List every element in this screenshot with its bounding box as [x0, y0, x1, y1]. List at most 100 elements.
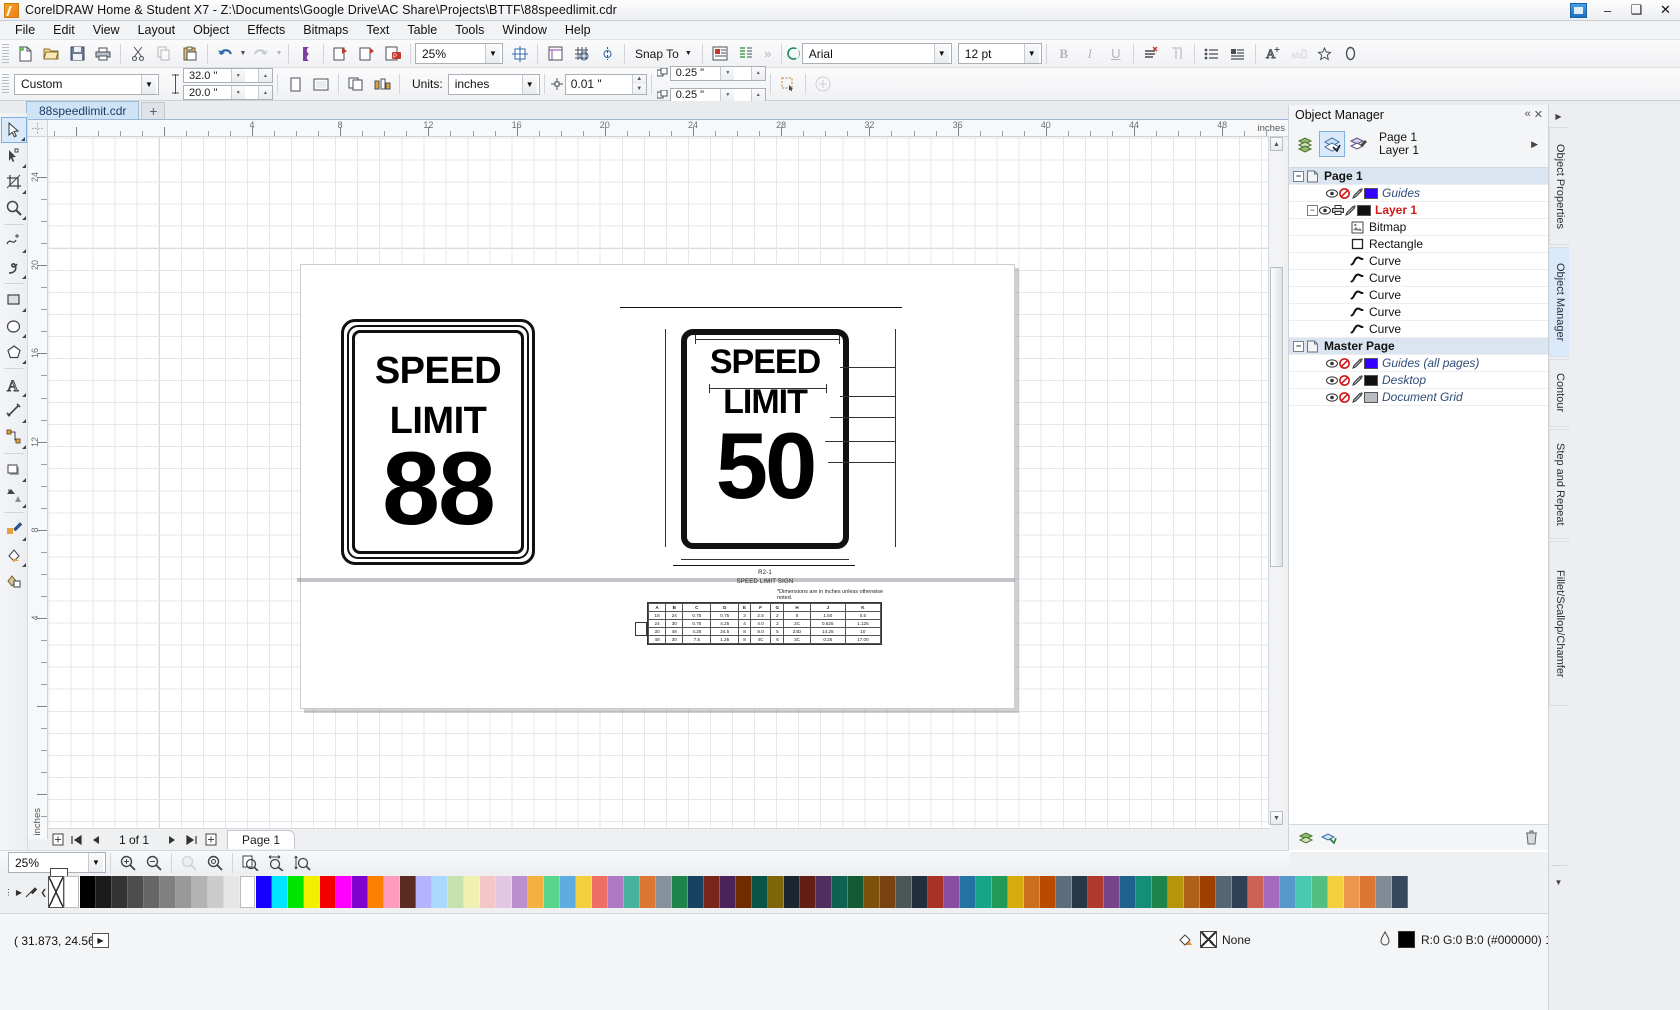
palette-swatch[interactable] — [640, 876, 656, 908]
object-tree[interactable]: − Page 1 Guides − Layer 1 Bitmap Rectangle Curv… — [1289, 167, 1548, 852]
palette-swatch[interactable] — [656, 876, 672, 908]
current-page-icon[interactable] — [369, 72, 395, 96]
edit-pen-icon[interactable] — [1351, 391, 1364, 403]
visibility-eye-icon[interactable] — [1325, 375, 1338, 385]
palette-swatch[interactable] — [1072, 876, 1088, 908]
polygon-tool[interactable] — [1, 339, 27, 365]
dock-overflow-icon[interactable]: ▼ — [1551, 875, 1566, 890]
toolbar-grip[interactable] — [2, 74, 9, 94]
dock-collapse-icon[interactable]: ▶ — [1551, 109, 1566, 124]
palette-swatch[interactable] — [864, 876, 880, 908]
flyout-arrow-icon[interactable] — [21, 504, 26, 508]
stepper[interactable]: ▼ — [720, 88, 735, 102]
object-tree-row[interactable]: Rectangle — [1289, 236, 1548, 253]
print-icon[interactable] — [90, 42, 116, 66]
palette-swatch[interactable] — [832, 876, 848, 908]
last-page-button[interactable] — [182, 831, 201, 849]
ruler-origin-button[interactable] — [28, 120, 48, 137]
palette-swatch[interactable] — [1120, 876, 1136, 908]
menu-layout[interactable]: Layout — [129, 21, 185, 39]
stepper[interactable]: ▲ — [258, 69, 272, 82]
palette-scroll-left-icon[interactable]: ❮ — [39, 885, 48, 899]
chevron-down-icon[interactable]: ▼ — [933, 44, 949, 63]
palette-swatch[interactable] — [464, 876, 480, 908]
zoom-level-combo[interactable]: 25% ▼ — [415, 43, 503, 64]
palette-swatch[interactable] — [1168, 876, 1184, 908]
stepper[interactable]: ▲ — [258, 86, 272, 99]
pick-tool[interactable] — [0, 117, 27, 143]
stepper[interactable]: ▲ — [750, 66, 765, 80]
collapse-toggle-icon[interactable]: − — [1293, 170, 1304, 182]
dock-tab-object-manager[interactable]: Object Manager — [1549, 247, 1569, 357]
color-eyedropper-tool[interactable] — [1, 516, 27, 542]
palette-swatch[interactable] — [944, 876, 960, 908]
no-print-icon[interactable] — [1338, 357, 1351, 369]
object-tree-row[interactable]: Curve — [1289, 287, 1548, 304]
docker-close-icon[interactable]: ✕ — [1534, 108, 1543, 121]
flyout-arrow-icon[interactable] — [21, 445, 26, 449]
palette-swatch[interactable] — [976, 876, 992, 908]
show-guides-icon[interactable] — [594, 42, 620, 66]
palette-swatch[interactable] — [1264, 876, 1280, 908]
object-tree-row[interactable]: Curve — [1289, 304, 1548, 321]
edit-pen-icon[interactable] — [1351, 357, 1364, 369]
copy-icon[interactable] — [151, 42, 177, 66]
drawing-canvas[interactable]: SPEED LIMIT 88 SPEED LIMIT 50 R2-1 SPEED… — [48, 137, 1270, 839]
crop-tool[interactable] — [1, 169, 27, 195]
dock-tab-step-and-repeat[interactable]: Step and Repeat — [1549, 429, 1569, 539]
palette-swatch[interactable] — [256, 876, 272, 908]
palette-swatch[interactable] — [240, 876, 256, 908]
page-preset-combo[interactable]: Custom ▼ — [14, 73, 159, 95]
export-icon[interactable] — [354, 42, 380, 66]
edit-text-icon[interactable]: A — [1260, 42, 1286, 66]
chevron-down-icon[interactable]: ▼ — [88, 853, 103, 872]
no-print-icon[interactable] — [1338, 391, 1351, 403]
object-tree-row[interactable]: Bitmap — [1289, 219, 1548, 236]
menu-effects[interactable]: Effects — [238, 21, 294, 39]
page-height-input[interactable]: 20.0 " ▼ ▲ — [183, 85, 273, 100]
minimize-button[interactable]: – — [1593, 0, 1622, 21]
palette-swatch[interactable] — [64, 876, 80, 908]
visibility-eye-icon[interactable] — [1325, 358, 1338, 368]
import-icon[interactable] — [328, 42, 354, 66]
scroll-up-arrow-icon[interactable]: ▲ — [1270, 137, 1283, 151]
menu-file[interactable]: File — [6, 21, 44, 39]
portrait-orientation-icon[interactable] — [282, 72, 308, 96]
options-icon[interactable] — [707, 42, 733, 66]
canvas-vertical-scrollbar[interactable]: ▲ ▼ — [1268, 137, 1284, 825]
object-tree-row[interactable]: Desktop — [1289, 372, 1548, 389]
palette-swatch[interactable] — [496, 876, 512, 908]
stepper[interactable]: ▲ — [750, 88, 765, 102]
search-content-icon[interactable] — [293, 42, 319, 66]
no-print-icon[interactable] — [1338, 187, 1351, 199]
paragraph-format-icon[interactable] — [1164, 42, 1190, 66]
page-width-input[interactable]: 32.0 " ▼ ▲ — [183, 68, 273, 83]
menu-text[interactable]: Text — [357, 21, 398, 39]
stepper[interactable]: ▲ ▼ — [631, 74, 646, 94]
palette-swatch[interactable] — [384, 876, 400, 908]
palette-swatch[interactable] — [848, 876, 864, 908]
visibility-eye-icon[interactable] — [1325, 392, 1338, 402]
export-to-pdf-icon[interactable]: P — [380, 42, 406, 66]
landscape-orientation-icon[interactable] — [308, 72, 334, 96]
palette-swatch[interactable] — [1376, 876, 1392, 908]
palette-swatch[interactable] — [720, 876, 736, 908]
palette-swatch[interactable] — [688, 876, 704, 908]
all-pages-icon[interactable] — [343, 72, 369, 96]
palette-swatches[interactable] — [48, 876, 1408, 908]
layer-color-swatch[interactable] — [1357, 204, 1371, 216]
palette-swatch[interactable] — [752, 876, 768, 908]
open-document-icon[interactable] — [38, 42, 64, 66]
toolbar-grip[interactable] — [2, 43, 9, 64]
new-document-icon[interactable] — [12, 42, 38, 66]
new-layer-button[interactable] — [1295, 828, 1317, 848]
layer-color-swatch[interactable] — [1364, 357, 1378, 369]
artistic-media-tool[interactable] — [1, 254, 27, 280]
redo-dropdown-icon[interactable]: ▼ — [274, 42, 284, 66]
save-document-icon[interactable] — [64, 42, 90, 66]
drop-shadow-tool[interactable] — [1, 457, 27, 483]
palette-swatch[interactable] — [912, 876, 928, 908]
dock-tab-object-properties[interactable]: Object Properties — [1549, 127, 1569, 245]
flyout-arrow-icon[interactable] — [21, 190, 26, 194]
add-page-after-icon[interactable] — [201, 831, 220, 849]
